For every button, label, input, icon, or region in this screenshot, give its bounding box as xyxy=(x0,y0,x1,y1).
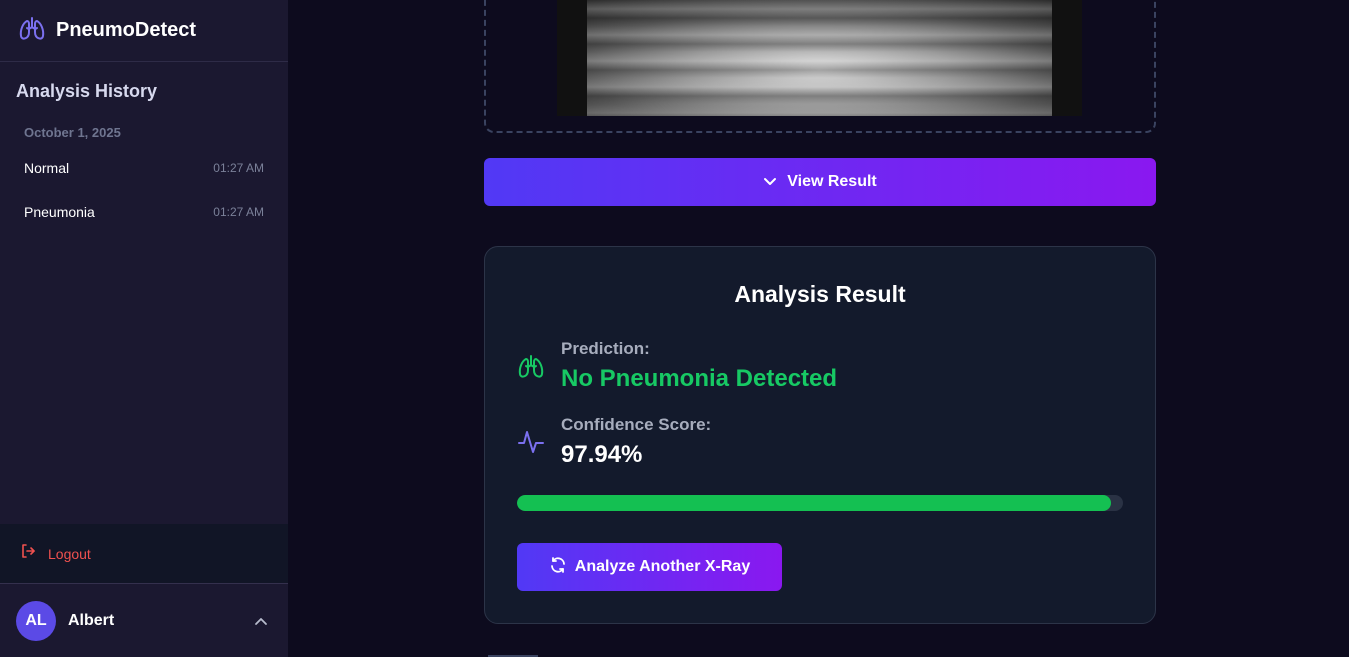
user-name: Albert xyxy=(68,611,115,629)
history-date-group: October 1, 2025 xyxy=(24,125,121,140)
history-title: Analysis History xyxy=(16,81,158,101)
view-result-label: View Result xyxy=(787,173,877,190)
xray-image xyxy=(557,0,1082,116)
analysis-result-card: Analysis Result Prediction: No Pneumonia… xyxy=(484,246,1156,624)
history-item-label: Normal xyxy=(24,160,70,176)
lungs-icon xyxy=(18,15,46,46)
confidence-progress-fill xyxy=(517,495,1111,511)
confidence-progress-bar xyxy=(517,495,1123,511)
history-item-time: 01:27 AM xyxy=(213,205,264,219)
view-result-button[interactable]: View Result xyxy=(484,158,1156,206)
sidebar: PneumoDetect Analysis History October 1,… xyxy=(0,0,288,657)
logout-label: Logout xyxy=(48,545,91,562)
chevron-down-icon xyxy=(763,173,777,191)
avatar: AL xyxy=(16,600,56,641)
refresh-icon xyxy=(549,556,567,579)
logout-button[interactable]: Logout xyxy=(0,524,288,583)
activity-icon xyxy=(517,427,545,460)
brand-header: PneumoDetect xyxy=(0,0,288,62)
app-title: PneumoDetect xyxy=(56,19,197,41)
analyze-another-label: Analyze Another X-Ray xyxy=(574,558,751,575)
analyze-another-button[interactable]: Analyze Another X-Ray xyxy=(517,543,782,591)
confidence-value: 97.94% xyxy=(561,441,643,468)
history-item-normal[interactable]: Normal 01:27 AM xyxy=(8,150,280,186)
history-item-pneumonia[interactable]: Pneumonia 01:27 AM xyxy=(8,194,280,230)
confidence-label: Confidence Score: xyxy=(561,415,712,434)
history-item-time: 01:27 AM xyxy=(213,161,264,175)
prediction-label: Prediction: xyxy=(561,339,650,358)
prediction-value: No Pneumonia Detected xyxy=(561,365,838,392)
result-title: Analysis Result xyxy=(734,281,906,307)
history-item-label: Pneumonia xyxy=(24,204,95,220)
lungs-icon xyxy=(517,353,545,384)
user-menu[interactable]: AL Albert xyxy=(0,583,288,657)
logout-icon xyxy=(20,543,36,564)
chevron-up-icon[interactable] xyxy=(254,614,268,632)
